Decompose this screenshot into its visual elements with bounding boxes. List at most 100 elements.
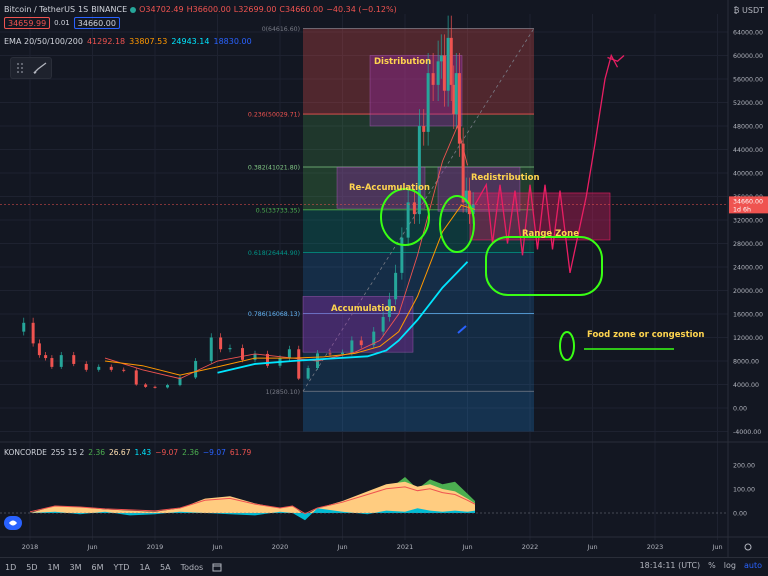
- range-1m[interactable]: 1M: [43, 563, 65, 572]
- candle-body: [31, 322, 35, 344]
- price-tick: 32000.00: [733, 218, 763, 225]
- close-value: C34660.00: [279, 5, 324, 14]
- chart-header: Bitcoin / TetherUS 1S BINANCE O34702.49 …: [0, 0, 728, 50]
- candle-body: [306, 368, 310, 379]
- candle-body: [394, 272, 398, 300]
- clock[interactable]: 18:14:11 (UTC): [640, 561, 701, 570]
- candle-body: [400, 237, 404, 273]
- indicator-value-4: −9.07: [155, 448, 179, 457]
- candle-body: [417, 126, 421, 215]
- brush-icon[interactable]: [32, 61, 48, 75]
- range-5a[interactable]: 5A: [155, 563, 176, 572]
- price-tick: 48000.00: [733, 124, 763, 131]
- spread-value: 0.01: [54, 19, 70, 27]
- candle-body: [44, 355, 48, 359]
- time-tick: Jun: [86, 543, 97, 551]
- candle-body: [22, 322, 26, 332]
- candle-body: [253, 353, 257, 360]
- range-all[interactable]: Todos: [176, 563, 209, 572]
- label-distribution: Distribution: [374, 57, 431, 67]
- koncorde-brown-area: [30, 481, 475, 516]
- time-axis: 2018 Jun 2019 Jun 2020 Jun 2021 Jun 2022 Jun 2023 J…: [22, 543, 723, 551]
- price-tick: 24000.00: [733, 265, 763, 272]
- candle-body: [194, 361, 198, 378]
- label-range-zone: Range Zone: [522, 229, 579, 239]
- log-toggle[interactable]: log: [724, 561, 736, 570]
- symbol-row: Bitcoin / TetherUS 1S BINANCE O34702.49 …: [4, 4, 397, 16]
- price-tick: 0.00: [733, 406, 747, 413]
- indicator-value-7: 61.79: [229, 448, 252, 457]
- candle-body: [59, 355, 63, 367]
- candle-body: [144, 384, 148, 387]
- candle-body: [153, 386, 157, 388]
- main-chart[interactable]: 0(64616.60)0.236(50029.71)0.382(41021.80…: [0, 0, 768, 576]
- chat-bubble-icon[interactable]: [4, 516, 22, 530]
- candle-body: [241, 348, 244, 360]
- indicator-params: 255 15 2: [50, 448, 85, 457]
- candle-body: [359, 340, 363, 346]
- candle-body: [328, 353, 332, 355]
- time-tick: Jun: [461, 543, 472, 551]
- range-1d[interactable]: 1D: [0, 563, 21, 572]
- range-5d[interactable]: 5D: [21, 563, 42, 572]
- price-tick: 60000.00: [733, 53, 763, 60]
- interval-label[interactable]: 1S: [78, 4, 88, 16]
- price-tick: 52000.00: [733, 100, 763, 107]
- candle-body: [134, 370, 138, 385]
- fib-zone: [303, 391, 534, 432]
- percent-toggle[interactable]: %: [708, 561, 716, 570]
- candle-body: [341, 352, 344, 354]
- time-tick: 2019: [147, 543, 164, 551]
- symbol-name[interactable]: Bitcoin / TetherUS: [4, 4, 75, 16]
- candle-body: [454, 73, 458, 115]
- candle-body: [209, 337, 213, 361]
- time-tick: 2022: [522, 543, 539, 551]
- chart-window: 0(64616.60) 0.236(50029.71) 0.382(41021.80…: [0, 0, 768, 576]
- koncorde-legend[interactable]: KONCORDE 255 15 2 2.36 26.67 1.43 −9.07 …: [4, 448, 251, 457]
- indicator-tick: 0.00: [733, 511, 747, 518]
- drawing-toolbox[interactable]: [10, 57, 52, 79]
- price-tick: 40000.00: [733, 171, 763, 178]
- candle-body: [219, 337, 223, 350]
- fib-level-label: 1(2850.10): [266, 389, 300, 396]
- candle-body: [431, 73, 435, 85]
- settings-gear-icon: [744, 543, 752, 551]
- sell-button[interactable]: 34659.99: [4, 17, 51, 29]
- candle-body: [84, 363, 88, 370]
- range-6m[interactable]: 6M: [87, 563, 109, 572]
- change-value: −40.34 (−0.12%): [326, 5, 397, 14]
- ema-50-value: 33807.53: [129, 37, 168, 46]
- price-tick: 28000.00: [733, 241, 763, 248]
- fib-level-label: 0.236(50029.71): [248, 112, 300, 119]
- range-ytd[interactable]: YTD: [109, 563, 135, 572]
- label-food-zone: Food zone or congestion: [587, 330, 704, 340]
- price-tick: 8000.00: [733, 359, 759, 366]
- buy-button[interactable]: 34660.00: [73, 17, 120, 29]
- ema-legend[interactable]: EMA 20/50/100/200 41292.18 33807.53 2494…: [4, 36, 252, 48]
- candle-body: [109, 366, 113, 370]
- candle-body: [297, 349, 301, 379]
- date-range-icon[interactable]: [212, 562, 222, 572]
- auto-toggle[interactable]: auto: [744, 561, 762, 570]
- time-tick: 2018: [22, 543, 39, 551]
- bottom-toolbar: 1D 5D 1M 3M 6M YTD 1A 5A Todos 18:14:11 …: [0, 557, 768, 576]
- drag-handle-icon[interactable]: [15, 62, 25, 74]
- indicator-value-1: 2.36: [88, 448, 105, 457]
- currency-label[interactable]: ₿ USDT: [734, 6, 764, 15]
- candle-body: [287, 349, 291, 359]
- time-tick: Jun: [711, 543, 722, 551]
- price-tick: 64000.00: [733, 30, 763, 37]
- price-tick: 20000.00: [733, 288, 763, 295]
- bar-countdown: 1d 6h: [733, 206, 751, 213]
- candle-body: [439, 55, 443, 62]
- price-tick: -4000.00: [733, 429, 761, 436]
- range-1a[interactable]: 1A: [134, 563, 155, 572]
- bottom-right-controls: 18:14:11 (UTC) % log auto: [640, 561, 762, 570]
- indicator-name: KONCORDE: [4, 448, 47, 457]
- range-3m[interactable]: 3M: [65, 563, 87, 572]
- indicator-tick: 200.00: [733, 463, 755, 470]
- low-value: L32699.00: [233, 5, 277, 14]
- open-value: O34702.49: [139, 5, 184, 14]
- time-tick: Jun: [211, 543, 222, 551]
- current-price-value: 34660.00: [733, 198, 763, 205]
